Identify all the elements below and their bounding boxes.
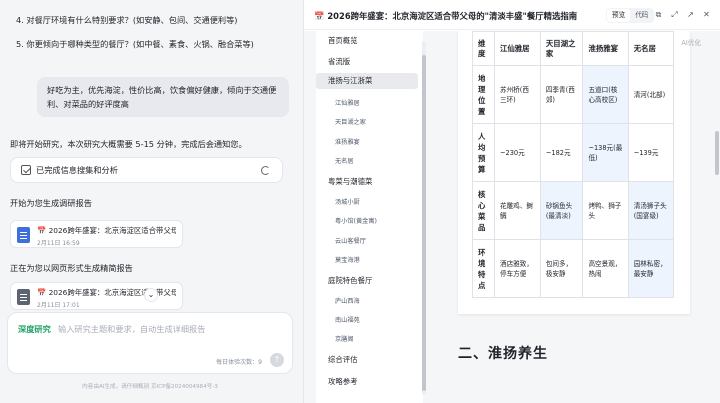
row-header: 人均预算 [472,123,495,182]
preview-title: 📅 2026跨年盛宴：北京海淀区适合带父母的"清淡丰盛"餐厅精选指南 [314,11,578,21]
preview-header: 📅 2026跨年盛宴：北京海淀区适合带父母的"清淡丰盛"餐厅精选指南 预览 代码… [304,0,720,30]
toc-item[interactable]: 汤城小厨 [316,197,418,206]
table-of-contents: 首页概览 省流版 淮扬与江浙菜 江仙雅居 天目湖之家 淮扬雅宴 无名居 粤菜与潮… [316,31,423,403]
table-header: 无名居 [627,31,675,66]
status-label: 已完成信息搜集和分析 [36,165,118,175]
row-header: 环境特点 [472,239,495,298]
comparison-table: 维度 江仙雅居 天目湖之家 淮扬雅宴 无名居 地理位置 苏州桥(西三环) 四季青… [472,31,675,298]
table-cell: 苏州桥(西三环) [494,65,541,124]
row-header: 核心菜品 [472,181,495,240]
table-cell: 园林私密，最安静 [627,239,675,298]
deep-research-mode[interactable]: 深度研究 [18,323,51,335]
research-start-text: 即将开始研究，本次研究大概需要 5-15 分钟，完成后会通知您。 [10,139,247,149]
table-row: 环境特点 酒店雅致，停车方便 包间多，极安静 高空景观，热闹 园林私密，最安静 [472,239,675,298]
table-row: 核心菜品 花雕鸡、鲥鲷 砂锅鱼头(最清淡) 烤鸭、狮子头 清汤狮子头(国宴级) [472,181,675,240]
toc-item[interactable]: 莫宝海港 [316,255,418,264]
gen-web-text: 正在为您以网页形式生成精简报告 [10,263,133,273]
close-icon[interactable]: ✕ [702,10,711,19]
table-header: 维度 [472,31,495,66]
toc-item[interactable]: 首页概览 [316,35,418,46]
toc-item[interactable]: 江仙雅居 [316,98,418,107]
ai-optimize-button[interactable]: AI优化 [681,37,701,47]
table-row: 地理位置 苏州桥(西三环) 四季青(西郊) 五道口(核心高校区) 清河(北部) [472,65,675,124]
report-preview-panel: 📅 2026跨年盛宴：北京海淀区适合带父母的"清淡丰盛"餐厅精选指南 预览 代码… [303,0,720,403]
table-cell: 烤鸭、狮子头 [582,181,629,240]
fullscreen-icon[interactable]: ⤢ [670,10,679,19]
daily-quota: 每日体验次数：9 [216,359,262,366]
table-cell: 清河(北部) [627,65,675,124]
copy-icon[interactable]: ⧉ [654,10,663,19]
table-header: 淮扬雅宴 [582,31,629,66]
preview-body: 首页概览 省流版 淮扬与江浙菜 江仙雅居 天目湖之家 淮扬雅宴 无名居 粤菜与潮… [304,31,720,403]
gen-report-text: 开始为您生成调研报告 [10,198,92,208]
question-5: 5. 你更倾向于哪种类型的餐厅？(如中餐、素食、火锅、融合菜等) [16,39,254,49]
question-4: 4. 对餐厅环境有什么特别要求？(如安静、包间、交通便利等) [16,15,238,25]
table-cell: ~138元(最低) [582,123,629,182]
toc-item[interactable]: 攻略参考 [316,376,418,387]
toc-item[interactable]: 粤小馆(黄金寓) [316,216,418,225]
table-cell: 清汤狮子头(国宴级) [627,181,675,240]
table-header: 天目湖之家 [539,31,584,66]
table-cell: ~182元 [539,123,584,182]
table-cell: 五道口(核心高校区) [582,65,629,124]
doc-icon [17,227,30,243]
toc-item[interactable]: 无名居 [316,156,418,165]
table-row: 人均预算 ~230元 ~182元 ~138元(最低) ~139元 [472,123,675,182]
table-cell: 花雕鸡、鲥鲷 [494,181,541,240]
tab-code[interactable]: 代码 [630,9,653,22]
report-document: 维度 江仙雅居 天目湖之家 淮扬雅宴 无名居 地理位置 苏州桥(西三环) 四季青… [458,31,690,314]
table-cell: ~230元 [494,123,541,182]
send-button[interactable]: ↑ [270,353,284,367]
web-report-card-date: 2月11日 17:01 [37,302,80,309]
report-card-title: 📅 2026跨年盛宴：北京海淀区适合带父母的... [37,226,176,235]
tab-preview[interactable]: 预览 [607,9,631,22]
toc-item[interactable]: 京膳阁 [316,334,418,343]
toc-item[interactable]: 淮扬雅宴 [316,137,418,146]
table-cell: 四季青(西郊) [539,65,584,124]
refresh-icon[interactable] [261,166,270,175]
toc-item[interactable]: 天目湖之家 [316,117,418,126]
share-icon[interactable]: ↗ [686,10,695,19]
chat-panel: 4. 对餐厅环境有什么特别要求？(如安静、包间、交通便利等) 5. 你更倾向于哪… [0,0,300,403]
toc-item-active[interactable]: 淮扬与江浙菜 [316,73,418,89]
toc-item[interactable]: 综合评估 [316,354,418,365]
composer-input[interactable]: 输入研究主题和要求，自动生成详细报告 [58,323,205,335]
research-status-card[interactable]: 已完成信息搜集和分析 [10,157,283,183]
table-header-row: 维度 江仙雅居 天目湖之家 淮扬雅宴 无名居 [472,31,675,66]
table-cell: 高空景观，热闹 [582,239,629,298]
toc-item[interactable]: 庭院特色餐厅 [316,275,418,286]
doc-icon [17,289,30,305]
table-cell: 砂锅鱼头(最清淡) [539,181,584,240]
footer-disclaimer: 内容由AI生成，请仔细甄别 京ICP备2024004984号-3 [82,384,218,390]
table-cell: ~139元 [627,123,675,182]
table-header: 江仙雅居 [494,31,541,66]
toc-item[interactable]: 省流版 [316,56,418,67]
toc-item[interactable]: 粤菜与潮德菜 [316,176,418,187]
toc-item[interactable]: 云山客餐厅 [316,236,418,245]
toc-scrollbar-thumb[interactable] [422,55,426,391]
check-icon [21,165,31,175]
toc-scrollbar[interactable] [422,41,426,395]
composer[interactable]: 深度研究 输入研究主题和要求，自动生成详细报告 每日体验次数：9 ↑ [7,312,293,374]
toc-item[interactable]: 南山福苑 [316,315,418,324]
toc-item[interactable]: 庐山西海 [316,296,418,305]
report-card-date: 2月11日 16:59 [37,240,80,247]
table-cell: 包间多，极安静 [539,239,584,298]
table-cell: 酒店雅致，停车方便 [494,239,541,298]
section-heading: 二、淮扬养生 [458,346,548,362]
row-header: 地理位置 [472,65,495,124]
chevron-down-icon[interactable]: ⌄ [144,288,158,302]
report-card[interactable]: 📅 2026跨年盛宴：北京海淀区适合带父母的... 2月11日 16:59 [10,220,183,248]
view-tabs: 预览 代码 [606,8,655,23]
preview-scrollbar-thumb[interactable] [715,131,719,175]
user-reply-bubble: 好吃为主，优先海淀，性价比高，饮食偏好健康，倾向于交通便利、对菜品的好评度高 [37,77,289,117]
